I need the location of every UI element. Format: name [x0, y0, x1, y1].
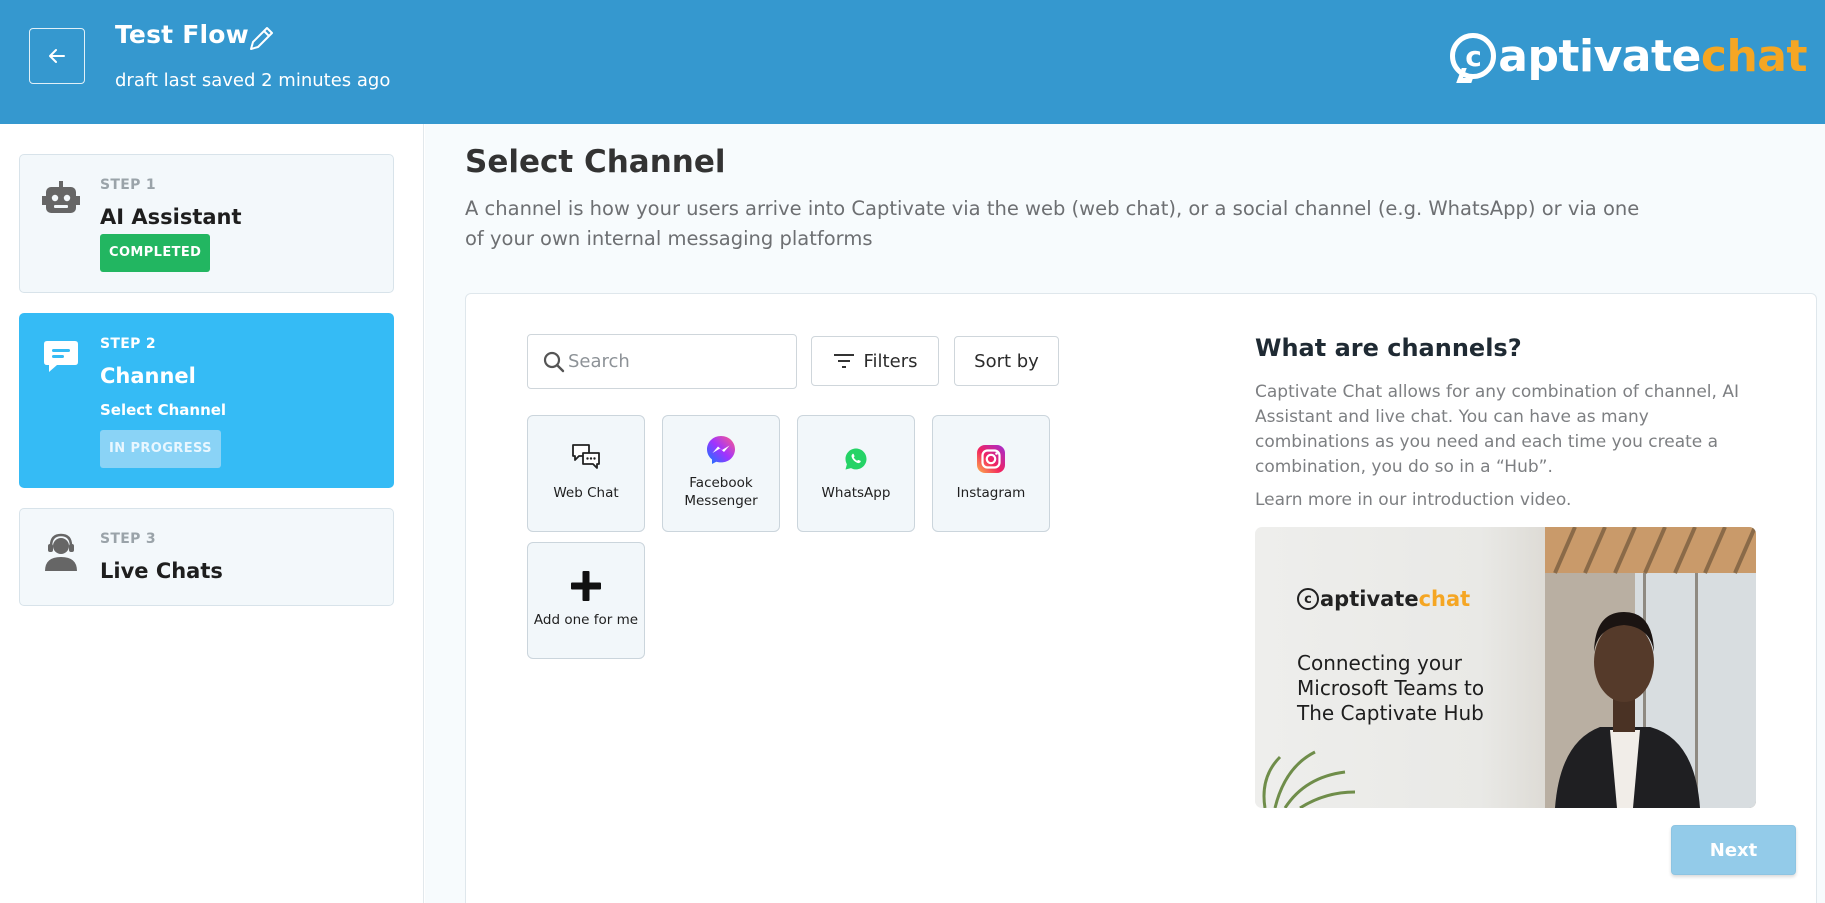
filter-icon	[833, 354, 854, 368]
info-title: What are channels?	[1255, 334, 1522, 362]
search-input[interactable]	[568, 335, 788, 388]
instagram-icon	[977, 445, 1005, 473]
step-ai-assistant[interactable]: STEP 1 AI Assistant COMPLETED	[19, 154, 394, 293]
whatsapp-icon	[845, 448, 867, 470]
step-label: STEP 2	[100, 336, 156, 352]
channel-label: Web Chat	[553, 485, 619, 501]
main-content: Select Channel A channel is how your use…	[425, 124, 1825, 903]
channel-panel: Filters Sort by Web Chat	[465, 293, 1817, 903]
search-icon	[543, 351, 565, 373]
logo-text-aptivate: aptivate	[1498, 30, 1701, 82]
captivate-chat-logo: c aptivate chat	[1450, 28, 1808, 84]
step-label: STEP 3	[100, 531, 156, 547]
channel-tile-add-one-for-me[interactable]: Add one for me	[527, 542, 645, 659]
sort-by-button[interactable]: Sort by	[954, 336, 1059, 386]
messenger-icon	[707, 436, 735, 464]
channel-tile-whatsapp[interactable]: WhatsApp	[797, 415, 915, 532]
channel-label: Facebook Messenger	[684, 475, 758, 509]
status-badge-in-progress: IN PROGRESS	[100, 430, 221, 468]
video-logo-text-aptivate: aptivate	[1320, 587, 1419, 611]
chat-bubble-icon	[44, 341, 78, 372]
video-logo-mark: c	[1297, 588, 1319, 610]
back-button[interactable]	[29, 28, 85, 84]
channel-tile-web-chat[interactable]: Web Chat	[527, 415, 645, 532]
next-button[interactable]: Next	[1671, 825, 1796, 875]
step-label: STEP 1	[100, 177, 156, 193]
step-name: Live Chats	[100, 559, 223, 583]
step-live-chats[interactable]: STEP 3 Live Chats	[19, 508, 394, 606]
search-box[interactable]	[527, 334, 797, 389]
flow-title: Test Flow	[115, 20, 249, 49]
step-sublabel: Select Channel	[100, 401, 227, 419]
step-channel[interactable]: STEP 2 Channel Select Channel IN PROGRES…	[19, 313, 394, 488]
intro-video[interactable]: c aptivate chat Connecting your Microsoft …	[1255, 527, 1756, 808]
logo-text-chat: chat	[1700, 30, 1808, 82]
filters-button[interactable]: Filters	[811, 336, 939, 386]
page-title: Select Channel	[465, 144, 726, 180]
web-chat-icon	[572, 444, 600, 469]
video-caption: Connecting your Microsoft Teams to The C…	[1297, 651, 1485, 725]
filters-label: Filters	[863, 350, 918, 372]
save-status: draft last saved 2 minutes ago	[115, 70, 391, 91]
video-logo-text-chat: chat	[1418, 587, 1471, 611]
step-name: AI Assistant	[100, 205, 242, 229]
step-name: Channel	[100, 364, 196, 388]
sort-label: Sort by	[974, 350, 1039, 372]
logo-mark: c	[1450, 33, 1497, 79]
channel-label: Add one for me	[533, 612, 639, 628]
info-text: Captivate Chat allows for any combinatio…	[1255, 382, 1739, 477]
learn-more-text: Learn more in our introduction video.	[1255, 490, 1572, 510]
channel-tile-instagram[interactable]: Instagram	[932, 415, 1050, 532]
robot-icon	[42, 181, 80, 213]
page-description: A channel is how your users arrive into …	[465, 197, 1640, 250]
agent-headset-icon	[45, 533, 77, 571]
arrow-left-icon	[49, 49, 65, 63]
channel-tile-facebook-messenger[interactable]: Facebook Messenger	[662, 415, 780, 532]
pencil-edit-icon[interactable]	[246, 24, 276, 54]
video-logo: c aptivate chat	[1297, 587, 1470, 611]
status-badge-completed: COMPLETED	[100, 234, 211, 272]
steps-sidebar: STEP 1 AI Assistant COMPLETED STEP 2 Cha…	[0, 124, 424, 903]
channel-label: Instagram	[956, 485, 1026, 501]
channel-label: WhatsApp	[821, 485, 891, 501]
plus-icon	[571, 571, 601, 601]
app-header: Test Flow draft last saved 2 minutes ago…	[0, 0, 1825, 124]
